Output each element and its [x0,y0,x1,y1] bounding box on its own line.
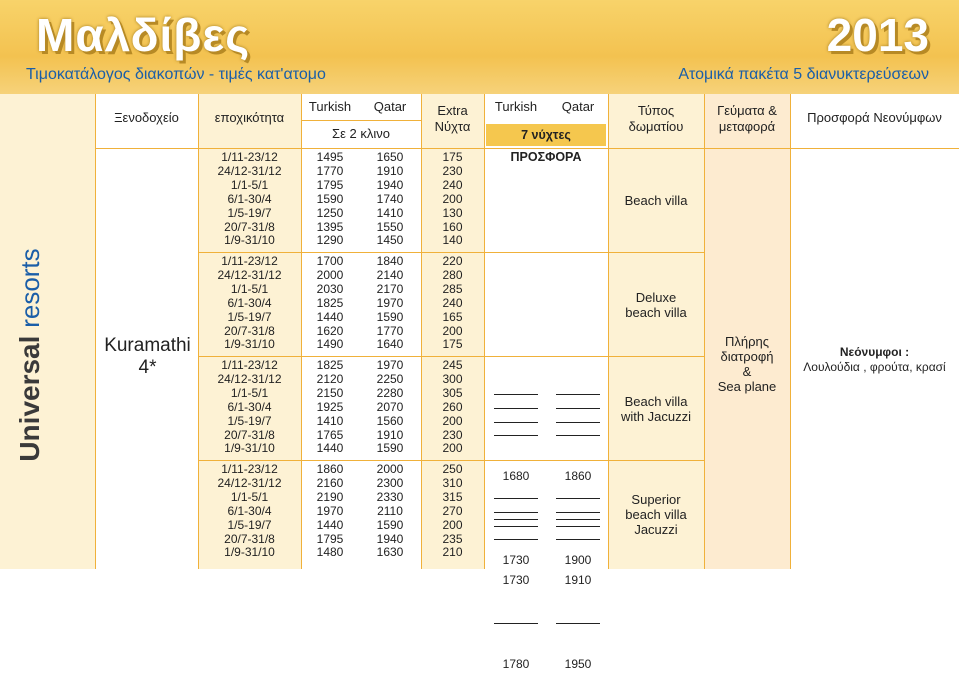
col-header-honeymoon: Προσφορά Νεονύμφων [807,110,942,125]
page-title: Μαλδίβες [36,9,251,61]
offer-price: 1950 [564,656,592,671]
year-label: 2013 [826,9,929,61]
col-hotel-bg [95,94,198,569]
col-header-qatar: Qatar [373,99,407,114]
price-qatar: 1840 2140 2170 1970 1590 1770 1640 [376,254,404,352]
price-turkish: 1825 2120 2150 1925 1410 1765 1440 [316,358,344,456]
divider [790,94,791,569]
price-qatar: 1970 2250 2280 2070 1560 1910 1590 [376,358,404,456]
side-title-main: Universal [14,335,45,462]
price-extra: 220 280 285 240 165 200 175 [442,254,463,352]
subheader-divider [301,120,421,121]
divider [484,94,485,569]
group-divider [608,356,704,357]
col-header-room: Τύπος δωματίου [628,103,684,134]
price-extra: 175 230 240 200 130 160 140 [442,150,463,248]
col-header-season: εποχικότητα [214,110,285,125]
price-extra: 245 300 305 260 200 230 200 [442,358,463,456]
offer-badge: 7 νύχτες ΠΡΟΣΦΟΡΑ [486,124,606,164]
price-turkish: 1700 2000 2030 1825 1440 1620 1490 [316,254,344,352]
col-header-offer-qatar: Qatar [561,99,595,114]
price-extra: 250 310 315 270 200 235 210 [442,462,463,560]
price-turkish: 1860 2160 2190 1970 1440 1795 1480 [316,462,344,560]
offer-qatar-cells: 1910 1950 [548,463,608,685]
offer-price: 1780 [502,656,530,671]
group-divider [608,460,704,461]
group-divider [198,356,608,357]
room-type: Beach villa with Jacuzzi [620,394,692,424]
offer-price: 1730 [502,573,530,588]
season-list: 1/11-23/12 24/12-31/12 1/1-5/1 6/1-30/4 … [217,358,282,456]
price-qatar: 2000 2300 2330 2110 1590 1940 1630 [376,462,404,560]
col-meals-bg [704,94,790,569]
header-banner: Μαλδίβες 2013 Τιμοκατάλογος διακοπών - τ… [0,0,959,94]
group-divider [198,252,608,253]
divider [704,94,705,569]
price-qatar: 1650 1910 1940 1740 1410 1550 1450 [376,150,404,248]
side-title-rest: resorts [15,248,45,328]
season-list: 1/11-23/12 24/12-31/12 1/1-5/1 6/1-30/4 … [217,254,282,352]
honeymoon-text: Λουλούδια , φρούτα, κρασί [803,360,946,374]
room-type: Beach villa [624,193,688,208]
col-header-double: Σε 2 κλινο [332,126,390,141]
col-header-turkish: Turkish [308,99,352,114]
col-header-extra: Extra Νύχτα [434,103,471,134]
col-header-offer-turkish: Turkish [494,99,538,114]
col-honeymoon-bg [790,94,959,569]
col-header-meals: Γεύματα & μεταφορά [717,103,777,134]
offer-price: 1910 [564,573,592,588]
subtitle-left: Τιμοκατάλογος διακοπών - τιμές κατ'ατομο [26,66,326,83]
room-type: Deluxe beach villa [625,290,687,320]
honeymoon-offer: Νεόνυμφοι : Λουλούδια , φρούτα, κρασί [790,345,959,375]
divider [95,94,96,569]
group-divider [608,252,704,253]
hotel-name: Kuramathi 4* [104,335,191,378]
col-header-hotel: Ξενοδοχείο [114,110,179,125]
season-list: 1/11-23/12 24/12-31/12 1/1-5/1 6/1-30/4 … [217,150,282,248]
price-turkish: 1495 1770 1795 1590 1250 1395 1290 [316,150,344,248]
subtitle-right: Ατομικά πακέτα 5 διανυκτερεύσεων [678,66,929,83]
group-divider [198,460,608,461]
season-list: 1/11-23/12 24/12-31/12 1/1-5/1 6/1-30/4 … [217,462,282,560]
honeymoon-title: Νεόνυμφοι : [839,345,910,359]
side-title: Universal resorts [0,248,60,462]
room-type: Superior beach villa Jacuzzi [625,492,687,537]
meals-value: Πλήρης διατροφή & Sea plane [717,334,777,394]
offer-turkish-cells: 1730 1780 [486,463,546,685]
